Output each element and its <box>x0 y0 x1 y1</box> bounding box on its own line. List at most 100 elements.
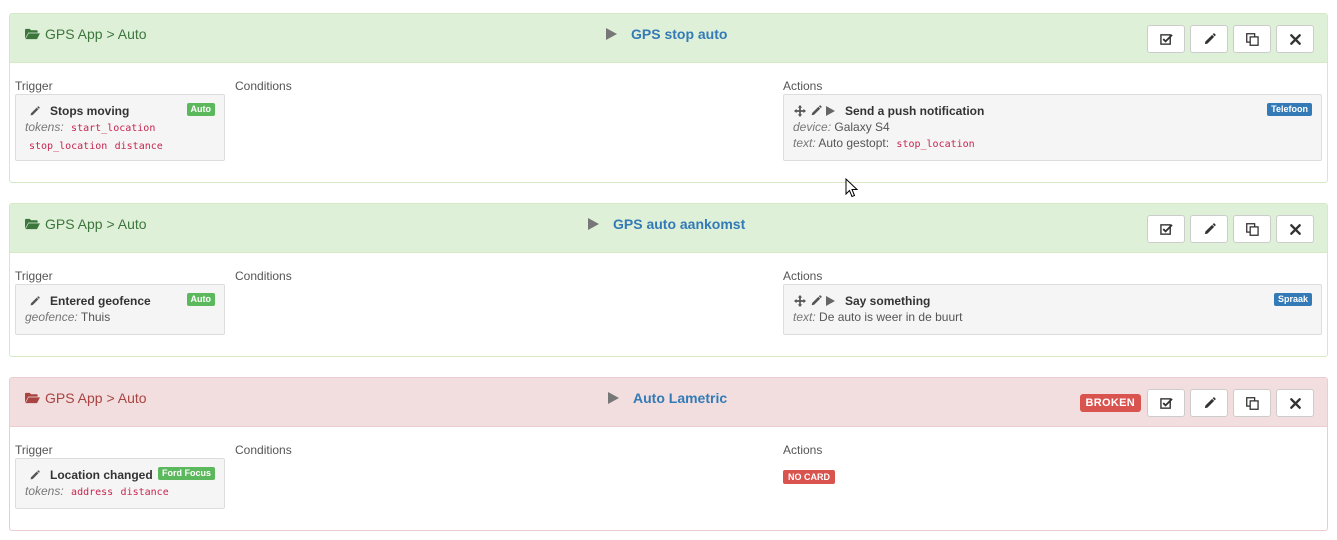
trigger-title: Entered geofence <box>50 294 151 308</box>
flow-title[interactable]: GPS stop auto <box>631 26 727 42</box>
trigger-card[interactable]: Entered geofence Auto geofence: Thuis <box>15 284 225 335</box>
trigger-label: Trigger <box>15 443 53 457</box>
close-icon <box>1289 223 1302 236</box>
trigger-title: Stops moving <box>50 104 130 118</box>
trigger-title: Location changed <box>50 468 153 482</box>
edit-button[interactable] <box>1190 25 1228 53</box>
app-badge: Telefoon <box>1267 103 1312 116</box>
token[interactable]: stop_location <box>29 141 107 152</box>
actions-label: Actions <box>783 269 823 283</box>
flow-title[interactable]: GPS auto aankomst <box>613 216 745 232</box>
no-card-badge: NO CARD <box>783 470 835 484</box>
pencil-icon[interactable] <box>29 106 40 117</box>
folder-label: GPS App > Auto <box>45 26 147 42</box>
duplicate-button[interactable] <box>1233 25 1271 53</box>
folder-label: GPS App > Auto <box>45 390 147 406</box>
close-icon <box>1289 33 1302 46</box>
flow-title-wrap: GPS stop auto <box>606 26 727 42</box>
pencil-icon[interactable] <box>29 470 40 481</box>
delete-button[interactable] <box>1276 215 1314 243</box>
arg-label: tokens <box>25 484 61 498</box>
token[interactable]: distance <box>115 141 163 152</box>
device-badge: Ford Focus <box>158 467 215 480</box>
device-badge: Auto <box>186 293 215 306</box>
folder-path[interactable]: GPS App > Auto <box>25 26 147 42</box>
play-icon[interactable] <box>826 296 835 306</box>
mouse-cursor-icon <box>845 178 859 198</box>
play-icon[interactable] <box>606 28 617 40</box>
action-card[interactable]: Send a push notification Telefoon device… <box>783 94 1322 161</box>
arg-label: geofence <box>25 310 75 324</box>
edit-button[interactable] <box>1190 215 1228 243</box>
action-icons <box>794 295 835 307</box>
token[interactable]: start_location <box>71 123 155 134</box>
conditions-label: Conditions <box>235 79 292 93</box>
copy-icon <box>1246 33 1259 46</box>
arg-label: text <box>793 136 813 150</box>
flow-header: GPS App > Auto GPS auto aankomst <box>10 204 1327 253</box>
trigger-arg: stop_location distance <box>25 137 215 155</box>
play-icon[interactable] <box>608 392 619 404</box>
pencil-icon <box>1203 223 1216 236</box>
trigger-label: Trigger <box>15 269 53 283</box>
flow-card-gps-auto-aankomst: GPS App > Auto GPS auto aankomst Trigger… <box>9 203 1328 357</box>
duplicate-button[interactable] <box>1233 215 1271 243</box>
pencil-icon <box>1203 397 1216 410</box>
broken-status-badge: BROKEN <box>1079 394 1141 412</box>
flow-title[interactable]: Auto Lametric <box>633 390 727 406</box>
pencil-icon[interactable] <box>810 105 822 117</box>
copy-icon <box>1246 223 1259 236</box>
action-arg: text: Auto gestopt: stop_location <box>793 136 975 150</box>
trigger-card[interactable]: Stops moving Auto tokens: start_location… <box>15 94 225 161</box>
move-icon[interactable] <box>794 295 806 307</box>
move-icon[interactable] <box>794 105 806 117</box>
pencil-icon[interactable] <box>29 296 40 307</box>
arg-label: text <box>793 310 813 324</box>
folder-open-icon <box>25 28 40 40</box>
folder-path[interactable]: GPS App > Auto <box>25 216 147 232</box>
play-icon[interactable] <box>588 218 599 230</box>
arg-value: Auto gestopt: <box>818 136 890 150</box>
folder-open-icon <box>25 392 40 404</box>
actions-label: Actions <box>783 443 823 457</box>
close-icon <box>1289 397 1302 410</box>
flow-toolbar <box>1147 25 1314 53</box>
play-icon[interactable] <box>826 106 835 116</box>
flow-title-wrap: GPS auto aankomst <box>588 216 745 232</box>
card-title: Say something <box>793 293 1312 309</box>
arg-value: Galaxy S4 <box>834 120 890 134</box>
enable-button[interactable] <box>1147 215 1185 243</box>
trigger-label: Trigger <box>15 79 53 93</box>
action-icons <box>794 105 835 117</box>
enable-button[interactable] <box>1147 25 1185 53</box>
flow-header: GPS App > Auto Auto Lametric BROKEN <box>10 378 1327 427</box>
trigger-card[interactable]: Location changed Ford Focus tokens: addr… <box>15 458 225 509</box>
conditions-label: Conditions <box>235 269 292 283</box>
flow-card-gps-stop-auto: GPS App > Auto GPS stop auto Trigger Con… <box>9 13 1328 183</box>
folder-path[interactable]: GPS App > Auto <box>25 390 147 406</box>
delete-button[interactable] <box>1276 389 1314 417</box>
action-arg: text: De auto is weer in de buurt <box>793 310 963 324</box>
delete-button[interactable] <box>1276 25 1314 53</box>
action-arg: device: Galaxy S4 <box>793 120 890 134</box>
card-title: Send a push notification <box>793 103 1312 119</box>
enable-button[interactable] <box>1147 389 1185 417</box>
action-card[interactable]: Say something Spraak text: De auto is we… <box>783 284 1322 335</box>
checkbox-icon <box>1160 397 1173 410</box>
arg-value: Thuis <box>80 310 111 324</box>
token[interactable]: stop_location <box>896 139 974 150</box>
folder-label: GPS App > Auto <box>45 216 147 232</box>
arg-label: device <box>793 120 828 134</box>
arg-value: De auto is weer in de buurt <box>819 310 963 324</box>
token[interactable]: distance <box>121 487 169 498</box>
checkbox-icon <box>1160 223 1173 236</box>
token[interactable]: address <box>71 487 113 498</box>
flow-toolbar: BROKEN <box>1079 389 1314 417</box>
trigger-arg: tokens: start_location <box>25 120 156 134</box>
copy-icon <box>1246 397 1259 410</box>
duplicate-button[interactable] <box>1233 389 1271 417</box>
edit-button[interactable] <box>1190 389 1228 417</box>
pencil-icon <box>1203 33 1216 46</box>
pencil-icon[interactable] <box>810 295 822 307</box>
action-title: Say something <box>845 294 931 308</box>
